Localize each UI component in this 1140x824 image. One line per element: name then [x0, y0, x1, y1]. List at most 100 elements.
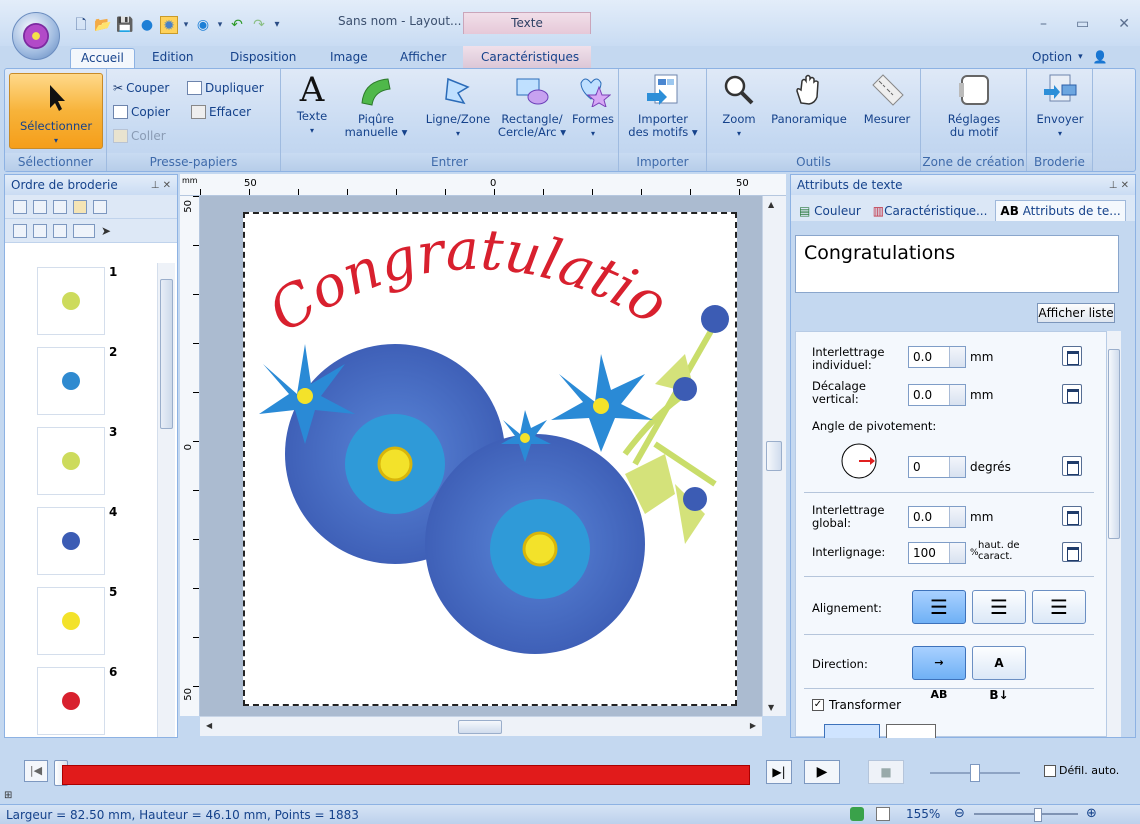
panel-pin-close-icons-2[interactable]: ⊥ ✕: [1109, 180, 1129, 191]
minimize-icon[interactable]: –: [1040, 16, 1047, 32]
close-icon[interactable]: ✕: [1118, 16, 1130, 32]
formes-button[interactable]: Formes ▾: [569, 73, 617, 140]
tab-caracteristique[interactable]: ▥Caractéristique...: [869, 201, 992, 221]
scroll-left-icon[interactable]: ◀: [206, 721, 212, 730]
order-item-thumbnail[interactable]: [37, 347, 105, 415]
mesurer-button[interactable]: Mesurer: [857, 73, 917, 126]
tab-image[interactable]: Image: [330, 50, 368, 64]
stitch-progress-bar[interactable]: [62, 765, 750, 785]
reglages-motif-button[interactable]: Réglages du motif: [935, 73, 1013, 139]
tab-accueil[interactable]: Accueil: [70, 48, 135, 70]
dupliquer-button[interactable]: Dupliquer: [187, 81, 264, 95]
dropdown-arrow-icon[interactable]: ▾: [182, 16, 190, 34]
speed-slider-thumb[interactable]: [970, 764, 980, 782]
interlignage-input[interactable]: 100: [908, 542, 966, 564]
color-wheel-icon[interactable]: ✹: [160, 16, 178, 34]
fit-icon[interactable]: [13, 199, 27, 214]
zoom-slider[interactable]: [974, 813, 1078, 815]
open-folder-icon[interactable]: 📂: [94, 16, 112, 34]
afficher-liste-button[interactable]: Afficher liste: [1037, 303, 1115, 323]
tab-afficher[interactable]: Afficher: [400, 50, 446, 64]
user-icon[interactable]: 👤: [1093, 50, 1108, 64]
zoom-button[interactable]: Zoom ▾: [717, 73, 761, 140]
play-button[interactable]: ▶: [804, 760, 840, 784]
group-icon[interactable]: [33, 223, 47, 238]
congratulations-embroidery-text[interactable]: Congratulations: [227, 163, 678, 345]
new-file-icon[interactable]: 🗋: [72, 16, 90, 34]
go-to-start-button[interactable]: |◀: [24, 760, 48, 782]
reset-interlettrage-global-button[interactable]: [1062, 506, 1082, 526]
reset-decalage-button[interactable]: [1062, 384, 1082, 404]
properties-scroll-thumb[interactable]: [1108, 349, 1120, 539]
option-menu[interactable]: Option ▾ 👤: [1032, 50, 1108, 64]
couper-button[interactable]: ✂ Couper: [113, 81, 169, 95]
move-front-icon[interactable]: [33, 199, 47, 214]
direction-horizontal-button[interactable]: → AB: [912, 646, 966, 701]
angle-input[interactable]: 0: [908, 456, 966, 478]
align-right-button[interactable]: ☰: [1032, 590, 1086, 624]
reset-interlignage-button[interactable]: [1062, 542, 1082, 562]
canvas-vertical-scrollbar[interactable]: ▲ ▼: [762, 196, 786, 716]
dropdown-arrow-icon-2[interactable]: ▾: [216, 16, 224, 34]
zoom-slider-thumb[interactable]: [1034, 808, 1042, 822]
order-icon[interactable]: [13, 223, 27, 238]
zoom-in-icon[interactable]: ⊕: [1086, 806, 1097, 821]
tab-caracteristiques[interactable]: Caractéristiques: [481, 50, 579, 64]
embroidery-design[interactable]: Congratulations: [227, 163, 735, 704]
tab-disposition[interactable]: Disposition: [230, 50, 296, 64]
canvas-hscroll-thumb[interactable]: [458, 720, 502, 734]
decalage-vertical-input[interactable]: 0.0: [908, 384, 966, 406]
order-item-thumbnail[interactable]: [37, 587, 105, 655]
copier-button[interactable]: Copier: [113, 105, 170, 119]
coller-button[interactable]: Coller: [113, 129, 166, 143]
canvas-horizontal-scrollbar[interactable]: ◀ ▶: [200, 716, 762, 736]
order-item-thumbnail[interactable]: [37, 267, 105, 335]
status-icon-1[interactable]: [850, 807, 864, 821]
frame-icon[interactable]: [93, 199, 107, 214]
tab-couleur[interactable]: ▤ Couleur: [795, 201, 865, 221]
checkbox-checked-icon[interactable]: ✓: [812, 699, 824, 711]
undo-icon[interactable]: ↶: [228, 16, 246, 34]
redo-icon[interactable]: ↷: [250, 16, 268, 34]
scroll-right-icon[interactable]: ▶: [750, 721, 756, 730]
scroll-down-icon[interactable]: ▼: [768, 703, 774, 712]
tab-edition[interactable]: Edition: [152, 50, 194, 64]
scroll-up-icon[interactable]: ▲: [768, 200, 774, 209]
zoom-out-icon[interactable]: ⊖: [954, 806, 965, 821]
go-to-end-button[interactable]: ▶|: [766, 760, 792, 784]
panel-pin-close-icons[interactable]: ⊥ ✕: [151, 180, 171, 191]
status-icon-2[interactable]: [876, 807, 890, 821]
order-list-scrollbar[interactable]: [157, 263, 175, 737]
align-center-button[interactable]: ☰: [972, 590, 1026, 624]
effacer-button[interactable]: Effacer: [191, 105, 251, 119]
transformer-checkbox[interactable]: ✓ Transformer: [812, 698, 901, 712]
order-item-thumbnail[interactable]: [37, 667, 105, 735]
order-item-thumbnail[interactable]: [37, 507, 105, 575]
texte-button[interactable]: A Texte ▾: [287, 73, 337, 137]
maximize-icon[interactable]: ▭: [1076, 16, 1089, 32]
reset-angle-button[interactable]: [1062, 456, 1082, 476]
panoramique-button[interactable]: Panoramique: [765, 73, 853, 126]
application-menu-button[interactable]: [12, 12, 60, 60]
canvas-vscroll-thumb[interactable]: [766, 441, 782, 471]
interlettrage-individuel-input[interactable]: 0.0: [908, 346, 966, 368]
stop-button[interactable]: ■: [868, 760, 904, 784]
checkbox-unchecked-icon[interactable]: [1044, 764, 1056, 777]
move-back-icon[interactable]: [53, 199, 67, 214]
save-icon[interactable]: 💾: [116, 16, 134, 34]
order-item-thumbnail[interactable]: [37, 427, 105, 495]
sew-icon[interactable]: ◉: [194, 16, 212, 34]
reset-interlettrage-individuel-button[interactable]: [1062, 346, 1082, 366]
selectionner-button[interactable]: Sélectionner ▾: [9, 73, 103, 149]
direction-vertical-button[interactable]: A B↓: [972, 646, 1026, 702]
embroidery-hoop-area[interactable]: Congratulations: [227, 163, 737, 706]
ligne-zone-button[interactable]: Ligne/Zone ▾: [423, 73, 493, 140]
text-input[interactable]: Congratulations: [795, 235, 1119, 293]
order-scroll-thumb[interactable]: [160, 279, 173, 429]
disc-icon[interactable]: ●: [138, 16, 156, 34]
tab-attributs-texte[interactable]: AB Attributs de te...: [995, 200, 1126, 221]
interlettrage-global-input[interactable]: 0.0: [908, 506, 966, 528]
customize-qat-icon[interactable]: ▾: [272, 16, 282, 34]
defil-auto-checkbox[interactable]: Défil. auto.: [1044, 764, 1119, 777]
select-arrow-icon[interactable]: ➤: [101, 224, 111, 238]
